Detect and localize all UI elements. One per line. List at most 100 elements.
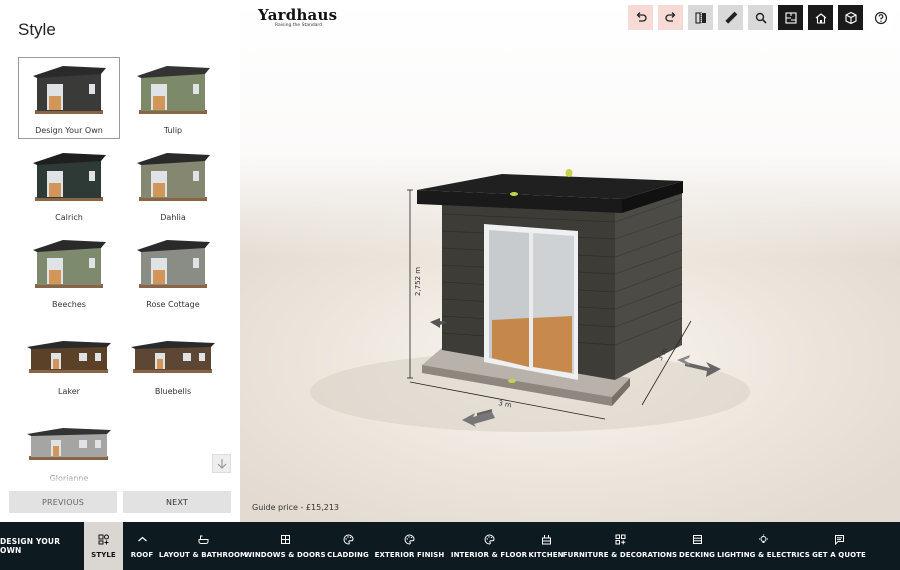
style-card-rose-cottage[interactable]: Rose Cottage <box>122 231 224 313</box>
tab-label: EXTERIOR FINISH <box>374 550 445 559</box>
style-thumbnail <box>33 153 106 201</box>
style-thumbnail <box>27 428 111 460</box>
style-card-beeches[interactable]: Beeches <box>18 231 120 313</box>
tab-label: DECKING <box>678 550 716 559</box>
scroll-fade <box>0 470 240 484</box>
previous-button[interactable]: PREVIOUS <box>9 491 117 513</box>
undo-icon <box>636 11 647 22</box>
style-card-label: Laker <box>58 387 80 396</box>
tab-label: WINDOWS & DOORS <box>244 550 326 559</box>
style-card-laker[interactable]: Laker <box>18 318 120 400</box>
tab-furniture-decorations[interactable]: FURNITURE & DECORATIONS <box>561 522 679 570</box>
mirror-button[interactable] <box>688 5 713 30</box>
height-dimension-line <box>407 189 413 379</box>
style-icon <box>98 534 109 544</box>
style-card-label: Beeches <box>52 300 86 309</box>
kitchen-icon <box>541 534 551 544</box>
style-thumbnail <box>131 341 215 373</box>
house-icon <box>815 12 826 24</box>
tab-lighting-electrics[interactable]: LIGHTING & ELECTRICS <box>715 522 812 570</box>
style-card-label: Rose Cottage <box>146 300 200 309</box>
style-thumbnail <box>27 341 111 373</box>
style-thumbnail <box>33 66 106 114</box>
style-card-dahlia[interactable]: Dahlia <box>122 144 224 226</box>
redo-button[interactable] <box>658 5 683 30</box>
tab-decking[interactable]: DECKING <box>679 522 715 570</box>
decking-icon <box>692 534 702 544</box>
exterior-view-button[interactable] <box>808 5 833 30</box>
palette-icon <box>484 533 495 545</box>
tab-label: CLADDING <box>327 550 369 559</box>
interior-floor-right <box>533 316 572 373</box>
roof-handle[interactable] <box>565 169 573 177</box>
floorplan-icon <box>784 11 797 24</box>
zoom-icon <box>755 12 767 24</box>
help-button[interactable] <box>868 5 893 30</box>
bulb-icon <box>759 534 768 543</box>
panel-title: Style <box>18 20 56 39</box>
tab-get-a-quote[interactable]: GET A QUOTE <box>812 522 866 570</box>
tab-label: GET A QUOTE <box>812 550 866 559</box>
style-card-design-your-own[interactable]: Design Your Own <box>18 57 120 139</box>
tab-cladding[interactable]: CLADDING <box>324 522 372 570</box>
mirror-icon <box>694 11 706 24</box>
tab-layout-bathroom[interactable]: LAYOUT & BATHROOM <box>158 522 248 570</box>
side-wall <box>615 183 682 380</box>
style-card-tulip[interactable]: Tulip <box>122 57 224 139</box>
tab-roof[interactable]: ROOF <box>124 522 160 570</box>
style-card-label: Dahlia <box>160 213 186 222</box>
floorplan-button[interactable] <box>778 5 803 30</box>
style-card-label: Tulip <box>163 126 183 135</box>
roof-icon <box>137 536 147 541</box>
3d-viewport[interactable]: 2,752 m 3 m 3 m Yardhaus Raising the Sta… <box>240 0 900 522</box>
style-thumbnail <box>137 153 210 201</box>
style-thumbnail <box>137 240 210 288</box>
style-panel: Style Design Your Own Tulip Calrich Dahl… <box>0 0 240 522</box>
roof-edge-handle[interactable] <box>510 192 518 196</box>
style-card-label: Design Your Own <box>35 126 103 135</box>
brand-logo: Yardhaus Raising the Standard <box>258 6 337 28</box>
palette-icon <box>343 533 354 545</box>
design-title: DESIGN YOUR OWN <box>0 537 61 555</box>
building-3d-render[interactable]: 2,752 m 3 m 3 m <box>240 0 900 522</box>
furniture-icon <box>615 534 625 544</box>
next-button[interactable]: NEXT <box>123 491 231 513</box>
style-thumbnail <box>33 240 106 288</box>
bath-icon <box>198 535 208 544</box>
style-card-label: Calrich <box>55 213 83 222</box>
redo-icon <box>664 11 675 22</box>
scroll-down-button[interactable] <box>212 454 231 473</box>
style-card-calrich[interactable]: Calrich <box>18 144 120 226</box>
tab-label: ROOF <box>130 550 154 559</box>
style-card-label: Bluebells <box>154 387 192 396</box>
tab-interior-floor[interactable]: INTERIOR & FLOOR <box>447 522 531 570</box>
deck-handle[interactable] <box>508 379 516 383</box>
bottom-nav-bar: DESIGN YOUR OWN STYLE ROOF LAYOUT & BATHRO… <box>0 522 900 570</box>
window-icon <box>280 534 290 544</box>
help-icon <box>874 11 887 24</box>
tab-label: LAYOUT & BATHROOM <box>158 550 248 559</box>
palette-icon <box>404 533 415 545</box>
cube-icon <box>844 11 857 24</box>
measure-button[interactable] <box>718 5 743 30</box>
height-dimension-label: 2,752 m <box>414 267 422 296</box>
tab-label: FURNITURE & DECORATIONS <box>562 550 678 559</box>
style-thumbnail <box>137 66 210 114</box>
tab-label: STYLE <box>91 550 116 559</box>
tab-exterior-finish[interactable]: EXTERIOR FINISH <box>372 522 447 570</box>
tab-label: LIGHTING & ELECTRICS <box>717 550 810 559</box>
tab-label: KITCHEN <box>528 550 564 559</box>
brand-name: Yardhaus <box>258 6 338 24</box>
guide-price: Guide price - £15,213 <box>252 503 339 512</box>
tab-kitchen[interactable]: KITCHEN <box>528 522 564 570</box>
zoom-button[interactable] <box>748 5 773 30</box>
quote-icon <box>834 534 844 545</box>
tab-style[interactable]: STYLE <box>84 522 123 570</box>
tab-windows-doors[interactable]: WINDOWS & DOORS <box>244 522 326 570</box>
tab-label: INTERIOR & FLOOR <box>450 550 528 559</box>
3d-view-button[interactable] <box>838 5 863 30</box>
ruler-icon <box>724 11 737 24</box>
undo-button[interactable] <box>628 5 653 30</box>
style-card-bluebells[interactable]: Bluebells <box>122 318 224 400</box>
arrow-down-icon <box>217 458 226 469</box>
